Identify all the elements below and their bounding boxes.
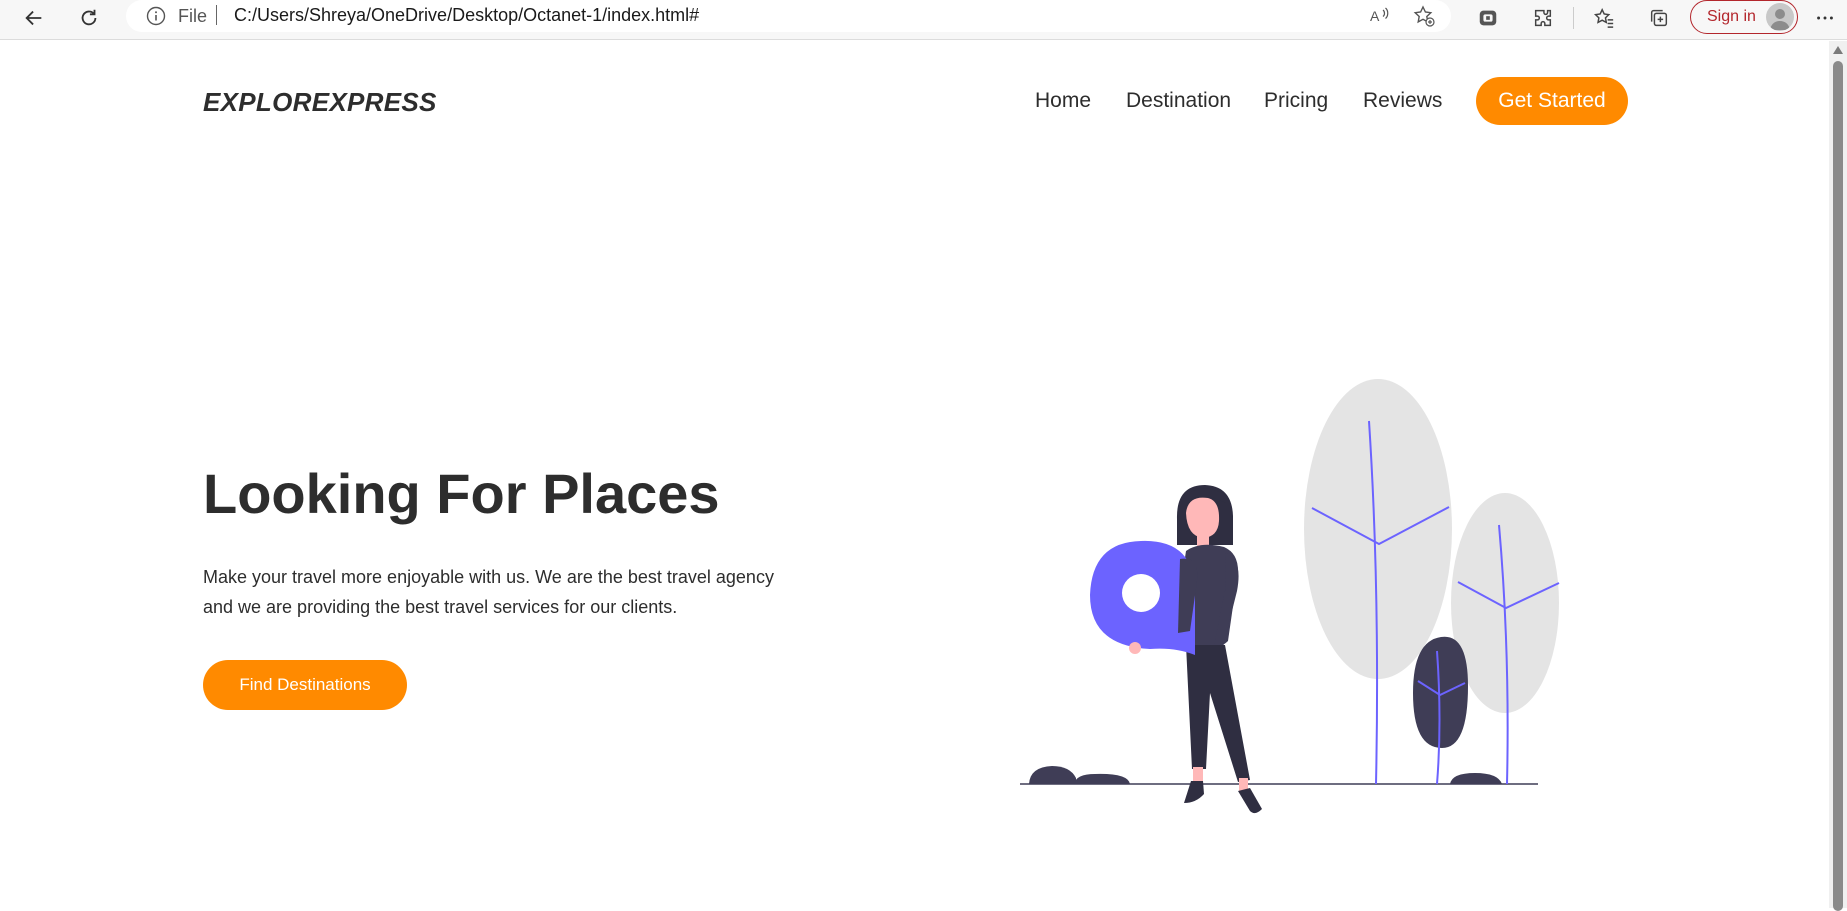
nav-link-destination[interactable]: Destination <box>1126 89 1231 113</box>
svg-text:A: A <box>1370 8 1380 24</box>
add-favorite-icon[interactable] <box>1412 4 1436 28</box>
url-text[interactable]: C:/Users/Shreya/OneDrive/Desktop/Octanet… <box>234 5 699 26</box>
tree-canopy <box>1304 379 1452 679</box>
protocol-label: File <box>178 6 208 26</box>
travel-illustration <box>1020 379 1560 814</box>
hero-title: Looking For Places <box>203 462 720 525</box>
toolbar-divider <box>1573 7 1574 29</box>
copilot-icon[interactable] <box>1472 2 1504 34</box>
address-separator <box>216 5 217 25</box>
info-icon[interactable] <box>146 6 166 26</box>
more-menu-icon[interactable] <box>1809 2 1841 34</box>
person-shoe <box>1238 788 1262 814</box>
nav-link-home[interactable]: Home <box>1035 89 1091 113</box>
address-bar[interactable]: File C:/Users/Shreya/OneDrive/Desktop/Oc… <box>126 0 1451 32</box>
sign-in-button[interactable]: Sign in <box>1690 0 1798 34</box>
rock-shape <box>1029 766 1076 784</box>
web-page: EXPLOREXPRESS Home Destination Pricing R… <box>0 41 1827 908</box>
rock-shape <box>1074 773 1130 784</box>
rock-shape <box>1450 773 1502 784</box>
get-started-button[interactable]: Get Started <box>1476 77 1628 125</box>
vertical-scrollbar[interactable] <box>1829 41 1847 911</box>
find-destinations-button[interactable]: Find Destinations <box>203 660 407 710</box>
bush-shape <box>1413 636 1468 748</box>
extensions-icon[interactable] <box>1527 2 1559 34</box>
sign-in-label: Sign in <box>1707 8 1756 25</box>
scroll-thumb[interactable] <box>1833 61 1843 911</box>
site-logo[interactable]: EXPLOREXPRESS <box>203 87 437 118</box>
favorites-icon[interactable] <box>1588 2 1620 34</box>
refresh-icon[interactable] <box>73 2 105 34</box>
avatar <box>1766 3 1794 31</box>
nav-link-pricing[interactable]: Pricing <box>1264 89 1328 113</box>
browser-toolbar: File C:/Users/Shreya/OneDrive/Desktop/Oc… <box>0 0 1847 40</box>
read-aloud-icon[interactable]: A <box>1368 4 1392 28</box>
pin-hole <box>1122 574 1160 612</box>
collections-icon[interactable] <box>1643 2 1675 34</box>
scroll-up-arrow-icon[interactable] <box>1833 46 1843 54</box>
person-legs <box>1186 645 1250 782</box>
back-arrow-icon[interactable] <box>18 2 50 34</box>
hero-description: Make your travel more enjoyable with us.… <box>203 567 774 617</box>
nav-link-reviews[interactable]: Reviews <box>1363 89 1442 113</box>
